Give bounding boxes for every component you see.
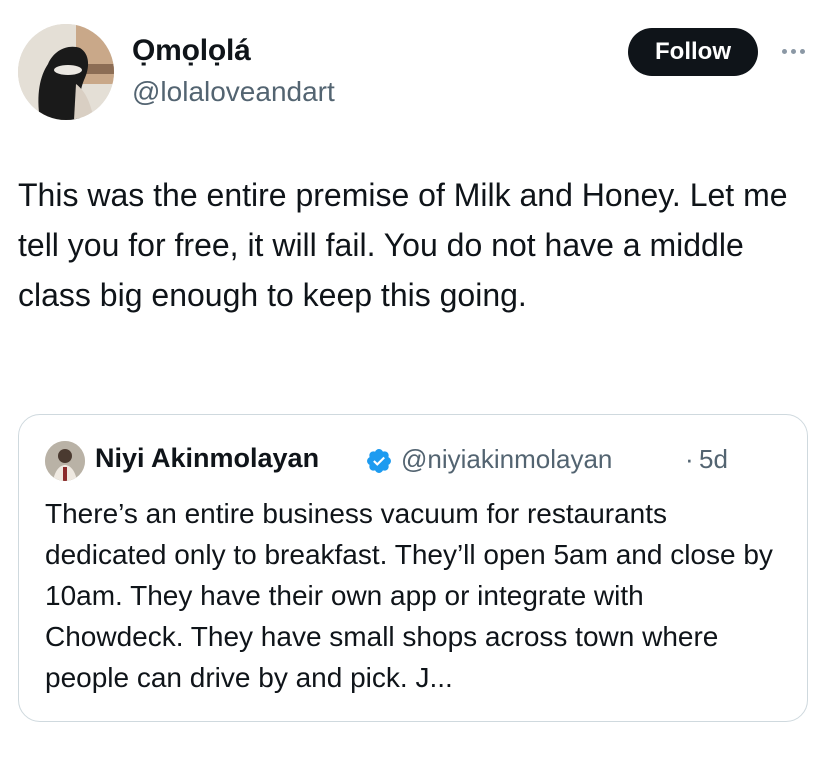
quoted-timestamp: 5d <box>699 444 728 474</box>
quoted-avatar-image <box>45 441 85 481</box>
follow-button[interactable]: Follow <box>628 28 758 76</box>
verified-badge-icon <box>367 449 391 473</box>
tweet-text: This was the entire premise of Milk and … <box>18 177 788 313</box>
author-handle[interactable]: @lolaloveandart <box>132 76 335 108</box>
quoted-author-name: Niyi Akinmolayan <box>95 443 320 473</box>
more-horizontal-icon[interactable] <box>776 34 810 68</box>
quoted-author-handle: @niyiakinmolayan <box>401 444 613 474</box>
quoted-tweet-text: There’s an entire business vacuum for re… <box>45 498 773 693</box>
quoted-author-avatar <box>45 441 85 481</box>
author-avatar[interactable] <box>18 24 114 120</box>
author-display-name[interactable]: Ọmọlọlá <box>132 34 251 68</box>
quoted-separator: · <box>685 444 694 474</box>
author-avatar-image <box>18 24 114 120</box>
quoted-tweet-card[interactable]: Niyi Akinmolayan @niyiakinmolayan · 5d T… <box>18 414 808 722</box>
